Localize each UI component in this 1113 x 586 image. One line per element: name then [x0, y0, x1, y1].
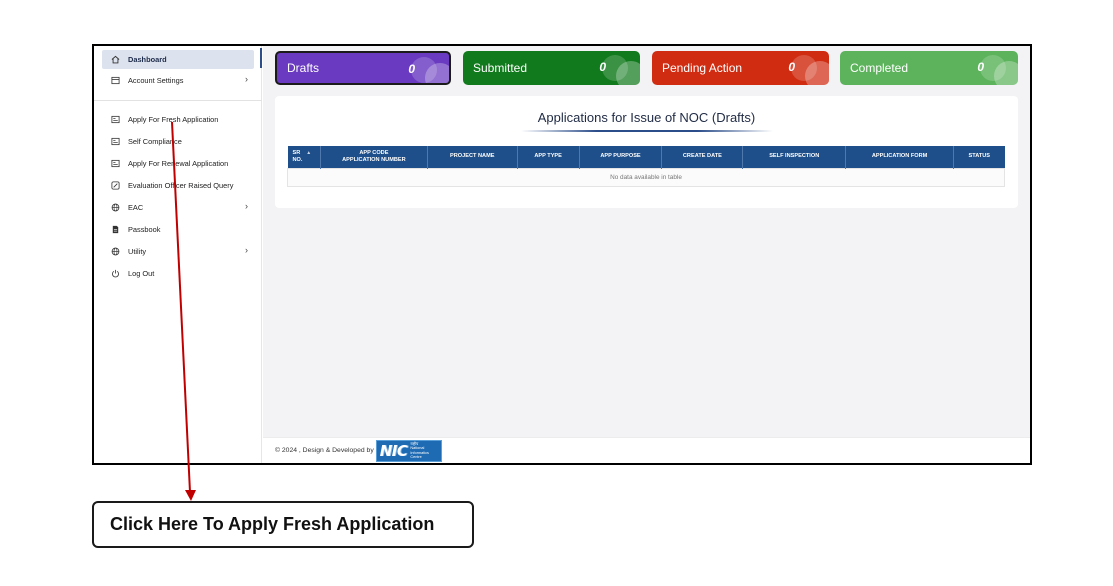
power-icon	[110, 268, 121, 279]
sidebar: Dashboard Account Settings › Apply For F…	[94, 46, 262, 463]
sidebar-item-label: Self Compliance	[128, 137, 182, 146]
applications-panel: Applications for Issue of NOC (Drafts) S…	[275, 96, 1018, 208]
decor-circle	[425, 63, 449, 83]
sidebar-item-label: Dashboard	[128, 55, 167, 64]
home-icon	[110, 54, 121, 65]
header-text: APP CODE	[359, 149, 389, 156]
app-screenshot-frame: Dashboard Account Settings › Apply For F…	[92, 44, 1032, 465]
sidebar-item-dashboard[interactable]: Dashboard	[102, 50, 254, 69]
sidebar-item-label: Apply For Fresh Application	[128, 115, 219, 124]
document-icon	[110, 224, 121, 235]
nic-logo[interactable]: NIC राष्ट्रीय National Informatics Centr…	[375, 439, 442, 462]
column-header-app-code[interactable]: APP CODE APPLICATION NUMBER	[320, 146, 428, 168]
card-pending-action[interactable]: Pending Action 0	[652, 51, 829, 85]
sidebar-item-label: Log Out	[128, 269, 155, 278]
callout-box: Click Here To Apply Fresh Application	[92, 501, 474, 548]
id-card-icon	[110, 75, 121, 86]
card-label: Completed	[850, 61, 909, 75]
applications-table: SR ▲ NO. APP CODE APPLICATION NUMBER PROJ…	[287, 146, 1005, 187]
sidebar-item-utility[interactable]: Utility ›	[102, 242, 254, 261]
nic-logo-letters: NIC	[379, 441, 408, 460]
sidebar-item-evaluation-officer-query[interactable]: Evaluation Officer Raised Query	[102, 176, 254, 195]
column-header-self-inspection[interactable]: SELF INSPECTION	[742, 146, 847, 168]
column-header-application-form[interactable]: APPLICATION FORM	[845, 146, 954, 168]
sort-icon: ▲	[306, 149, 312, 156]
title-underline	[521, 130, 773, 132]
column-header-create-date[interactable]: CREATE DATE	[661, 146, 744, 168]
column-header-status[interactable]: STATUS	[953, 146, 1005, 168]
sidebar-item-passbook[interactable]: Passbook	[102, 220, 254, 239]
chevron-right-icon: ›	[245, 201, 248, 211]
header-text: APPLICATION NUMBER	[342, 156, 406, 163]
card-completed[interactable]: Completed 0	[840, 51, 1018, 85]
sidebar-item-label: Utility	[128, 247, 147, 256]
callout-text: Click Here To Apply Fresh Application	[110, 514, 435, 534]
card-drafts[interactable]: Drafts 0	[275, 51, 451, 85]
active-item-marker	[260, 48, 262, 68]
sidebar-item-apply-renewal-application[interactable]: Apply For Renewal Application	[102, 154, 254, 173]
logo-caption-line: Centre	[410, 454, 422, 459]
decor-circle	[805, 61, 829, 85]
card-label: Submitted	[473, 61, 528, 75]
column-header-app-type[interactable]: APP TYPE	[517, 146, 580, 168]
form-icon	[110, 136, 121, 147]
table-row: No data available in table	[287, 167, 1005, 187]
sidebar-item-apply-fresh-application[interactable]: Apply For Fresh Application	[102, 110, 254, 129]
nic-logo-caption: राष्ट्रीय National Informatics Centre	[410, 442, 429, 459]
sidebar-item-label: Evaluation Officer Raised Query	[128, 181, 234, 190]
sidebar-item-log-out[interactable]: Log Out	[102, 264, 254, 283]
decor-circle	[616, 61, 640, 85]
main-content: Drafts 0 Submitted 0 Pending Action 0 Co…	[263, 46, 1030, 437]
edit-icon	[110, 180, 121, 191]
sidebar-divider	[94, 100, 262, 101]
panel-title: Applications for Issue of NOC (Drafts)	[537, 110, 756, 125]
card-submitted[interactable]: Submitted 0	[463, 51, 640, 85]
form-icon	[110, 158, 121, 169]
table-header-row: SR ▲ NO. APP CODE APPLICATION NUMBER PROJ…	[287, 146, 1005, 168]
footer-text: © 2024 , Design & Developed by	[275, 447, 374, 454]
sidebar-item-eac[interactable]: EAC ›	[102, 198, 254, 217]
form-icon	[110, 114, 121, 125]
decor-circle	[994, 61, 1018, 85]
sidebar-item-label: Account Settings	[128, 76, 184, 85]
sidebar-item-account-settings[interactable]: Account Settings ›	[102, 71, 254, 90]
header-text: SR	[292, 149, 301, 156]
sidebar-item-label: EAC	[128, 203, 144, 212]
sidebar-item-self-compliance[interactable]: Self Compliance	[102, 132, 254, 151]
tutorial-stage: Dashboard Account Settings › Apply For F…	[0, 0, 1113, 586]
header-text: NO.	[292, 156, 303, 163]
empty-table-message: No data available in table	[287, 167, 1005, 187]
card-label: Pending Action	[662, 61, 743, 75]
footer: © 2024 , Design & Developed by NIC राष्ट…	[263, 437, 1030, 463]
globe-icon	[110, 246, 121, 257]
column-header-project-name[interactable]: PROJECT NAME	[427, 146, 518, 168]
sidebar-item-label: Passbook	[128, 225, 161, 234]
globe-icon	[110, 202, 121, 213]
column-header-sr-no[interactable]: SR ▲ NO.	[287, 146, 321, 168]
chevron-right-icon: ›	[245, 245, 248, 255]
card-label: Drafts	[287, 61, 320, 75]
chevron-right-icon: ›	[245, 74, 248, 84]
sidebar-item-label: Apply For Renewal Application	[128, 159, 229, 168]
column-header-app-purpose[interactable]: APP PURPOSE	[579, 146, 663, 168]
